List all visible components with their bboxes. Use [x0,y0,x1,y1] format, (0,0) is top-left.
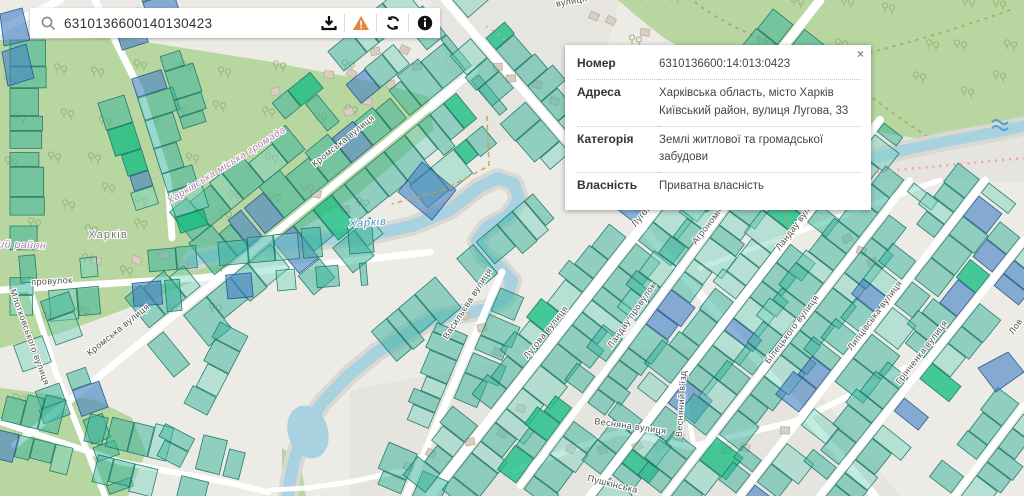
warning-button[interactable] [345,8,376,38]
city-label: Харків [88,229,128,241]
table-row: Категорія Землі житлової та громадської … [577,126,861,173]
parcel[interactable] [10,89,38,116]
parcel[interactable] [274,233,300,261]
warning-icon [352,15,370,31]
row-value: Харківська область, місто Харків Київськ… [659,80,861,127]
row-value: Приватна власність [659,173,861,202]
parcel[interactable] [77,286,101,315]
parcel[interactable] [218,240,249,266]
parcel[interactable] [226,273,254,299]
refresh-icon [385,15,401,31]
row-value: 6310136600:14:013:0423 [659,51,861,80]
refresh-button[interactable] [377,8,408,38]
parcel[interactable] [10,197,44,215]
parcel[interactable] [276,269,296,291]
table-row: Номер 6310136600:14:013:0423 [577,51,861,80]
row-value: Землі житлової та громадської забудови [659,126,861,173]
info-button[interactable] [409,8,440,38]
row-label: Номер [577,51,659,80]
parcel[interactable] [10,167,44,196]
parcel[interactable] [316,265,340,288]
parcel[interactable] [132,281,163,307]
row-label: Категорія [577,126,659,173]
parcel[interactable] [10,131,42,148]
search-bar [30,8,440,38]
search-input[interactable] [56,8,313,38]
parcel[interactable] [301,227,323,258]
info-icon [417,15,433,31]
row-label: Власність [577,173,659,202]
parcel[interactable] [10,152,39,166]
download-button[interactable] [313,8,344,38]
table-row: Адреса Харківська область, місто Харків … [577,80,861,127]
parcel-info-table: Номер 6310136600:14:013:0423 Адреса Харк… [577,51,861,202]
parcel[interactable] [165,279,182,312]
parcel[interactable] [247,235,275,263]
search-icon [41,16,56,31]
table-row: Власність Приватна власність [577,173,861,202]
parcel[interactable] [148,248,177,272]
parcel[interactable] [176,245,198,269]
parcel[interactable] [80,257,98,278]
close-icon[interactable]: × [857,47,864,61]
map-viewer: Кромська вулицяКромська вулицяВасильєва … [0,0,1024,496]
parcel[interactable] [10,116,43,130]
row-label: Адреса [577,80,659,127]
district-label: Київський район [0,237,46,252]
download-icon [321,15,337,31]
parcel-info-popup: × Номер 6310136600:14:013:0423 Адреса Ха… [565,45,871,210]
